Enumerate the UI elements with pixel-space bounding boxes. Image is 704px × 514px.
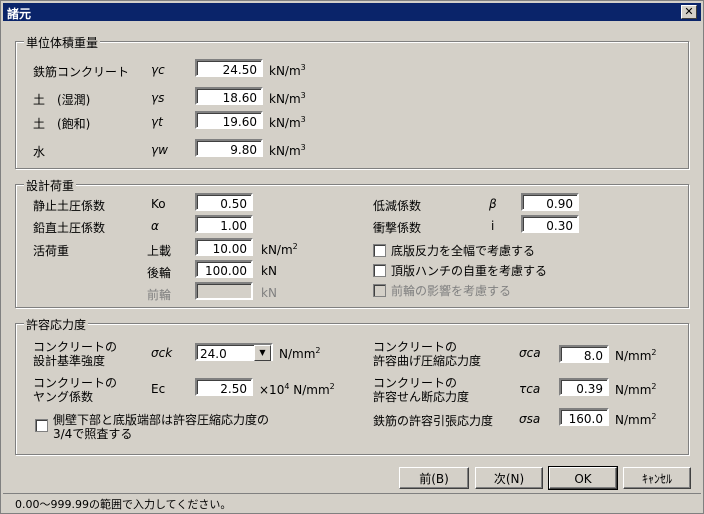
soil-sat-label: 土 (飽和) — [33, 117, 91, 131]
front-wheel-input — [195, 282, 253, 300]
rebar-tensile-unit: N/mm2 — [615, 412, 657, 427]
bending-stress-unit: N/mm2 — [615, 348, 657, 363]
design-load-group-title: 設計荷重 — [24, 177, 77, 194]
chevron-down-icon[interactable]: ▼ — [254, 345, 271, 361]
rc-label: 鉄筋コンクリート — [33, 65, 130, 79]
rc-weight-input[interactable]: 24.50 — [195, 59, 263, 77]
next-button[interactable]: 次(N) — [475, 467, 543, 489]
young-modulus-label2: ヤング係数 — [33, 390, 94, 404]
vertical-pressure-input[interactable]: 1.00 — [195, 215, 253, 233]
unit-weight-group: 単位体積重量 — [15, 34, 689, 169]
front-wheel-check-label: 前輪の影響を考慮する — [391, 284, 512, 298]
soil-wet-symbol: γs — [151, 91, 165, 105]
reduction-coef-symbol: β — [489, 197, 497, 211]
bending-stress-input[interactable]: 8.0 — [559, 345, 609, 363]
soil-sat-unit: kN/m3 — [269, 115, 306, 130]
bending-stress-label2: 許容曲げ圧縮応力度 — [373, 354, 482, 368]
rear-wheel-input[interactable]: 100.00 — [195, 260, 253, 278]
side-wall-label2: 3/4で照査する — [53, 427, 133, 441]
rc-unit: kN/m3 — [269, 63, 306, 78]
shear-stress-input[interactable]: 0.39 — [559, 378, 609, 396]
front-wheel-unit: kN — [261, 286, 277, 300]
rebar-tensile-input[interactable]: 160.0 — [559, 408, 609, 426]
reduction-coef-input[interactable]: 0.90 — [521, 193, 579, 211]
front-wheel-label: 前輪 — [147, 288, 172, 302]
top-haunch-label: 頂版ハンチの自重を考慮する — [391, 264, 548, 278]
rear-wheel-unit: kN — [261, 264, 277, 278]
impact-coef-label: 衝撃係数 — [373, 221, 422, 235]
status-text: 0.00～999.99の範囲で入力してください。 — [15, 498, 232, 511]
side-wall-checkbox[interactable] — [35, 419, 48, 432]
static-pressure-symbol: Ko — [151, 197, 166, 211]
water-unit: kN/m3 — [269, 143, 306, 158]
bending-stress-symbol: σca — [519, 346, 541, 360]
design-strength-symbol: σck — [151, 346, 173, 360]
rear-wheel-label: 後輪 — [147, 266, 172, 280]
prev-button[interactable]: 前(B) — [399, 467, 469, 489]
rebar-tensile-label: 鉄筋の許容引張応力度 — [373, 414, 494, 428]
front-wheel-checkbox — [373, 284, 386, 297]
water-input[interactable]: 9.80 — [195, 139, 263, 157]
base-reaction-checkbox[interactable] — [373, 244, 386, 257]
rc-symbol: γc — [151, 63, 165, 77]
shear-stress-unit: N/mm2 — [615, 382, 657, 397]
status-bar: 0.00～999.99の範囲で入力してください。 — [3, 493, 701, 511]
static-pressure-input[interactable]: 0.50 — [195, 193, 253, 211]
window-title: 諸元 — [7, 7, 32, 21]
live-upper-label: 上載 — [147, 244, 172, 258]
unit-weight-group-title: 単位体積重量 — [24, 34, 101, 51]
live-upper-unit: kN/m2 — [261, 242, 298, 257]
soil-wet-unit: kN/m3 — [269, 91, 306, 106]
soil-sat-input[interactable]: 19.60 — [195, 111, 263, 129]
cancel-button[interactable]: ｷｬﾝｾﾙ — [623, 467, 691, 489]
ok-button[interactable]: OK — [548, 466, 618, 490]
shear-stress-label2: 許容せん断応力度 — [373, 390, 470, 404]
soil-wet-label: 土 (湿潤) — [33, 93, 91, 107]
allowable-stress-group-title: 許容応力度 — [24, 316, 89, 333]
impact-coef-symbol: i — [491, 219, 495, 233]
design-strength-value: 24.0 — [200, 347, 227, 361]
vertical-pressure-label: 鉛直土圧係数 — [33, 221, 106, 235]
close-icon[interactable]: ✕ — [681, 5, 697, 19]
static-pressure-label: 静止土圧係数 — [33, 199, 106, 213]
design-strength-select[interactable]: 24.0 ▼ — [195, 343, 273, 361]
young-modulus-unit: ×104 N/mm2 — [259, 382, 335, 397]
reduction-coef-label: 低減係数 — [373, 199, 422, 213]
young-modulus-symbol: Ec — [151, 382, 166, 396]
live-load-label: 活荷重 — [33, 244, 70, 258]
vertical-pressure-symbol: α — [151, 219, 159, 233]
young-modulus-input[interactable]: 2.50 — [195, 378, 253, 396]
title-bar: 諸元 ✕ — [3, 3, 701, 21]
top-haunch-checkbox[interactable] — [373, 264, 386, 277]
shear-stress-symbol: τca — [519, 382, 541, 396]
soil-sat-symbol: γt — [151, 115, 163, 129]
soil-wet-input[interactable]: 18.60 — [195, 87, 263, 105]
dialog-window: 諸元 ✕ 単位体積重量 鉄筋コンクリート γc 24.50 kN/m3 土 (湿… — [0, 0, 704, 514]
base-reaction-label: 底版反力を全幅で考慮する — [391, 244, 536, 258]
design-strength-label2: 設計基準強度 — [33, 354, 106, 368]
design-strength-unit: N/mm2 — [279, 346, 321, 361]
water-label: 水 — [33, 145, 46, 159]
rebar-tensile-symbol: σsa — [519, 412, 541, 426]
design-load-group: 設計荷重 — [15, 177, 689, 308]
water-symbol: γw — [151, 143, 168, 157]
live-upper-input[interactable]: 10.00 — [195, 238, 253, 256]
impact-coef-input[interactable]: 0.30 — [521, 215, 579, 233]
